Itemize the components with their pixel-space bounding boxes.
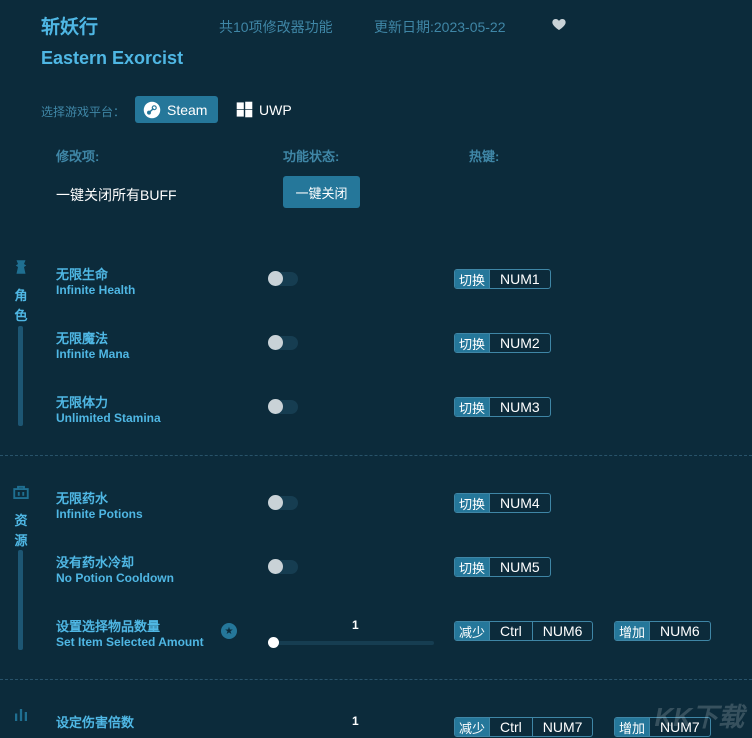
set-item-amount-value: 1	[352, 618, 359, 632]
infinite-mana-hotkey[interactable]: 切换 NUM2	[454, 333, 551, 353]
infinite-health-toggle[interactable]	[268, 271, 298, 286]
category-character-char-1: 角	[14, 288, 28, 303]
hotkey-key: NUM6	[531, 622, 593, 640]
damage-multiplier-value: 1	[352, 714, 359, 728]
category-character-bar	[18, 326, 23, 426]
resource-icon	[13, 485, 29, 499]
uwp-platform-button[interactable]: UWP	[236, 96, 292, 123]
steam-icon	[143, 101, 161, 118]
category-resource-char-1: 资	[14, 513, 28, 528]
close-all-button[interactable]: 一键关闭	[283, 176, 360, 208]
no-potion-cooldown-label-cn: 没有药水冷却	[56, 555, 135, 570]
uwp-label: UWP	[259, 101, 292, 118]
infinite-health-hotkey[interactable]: 切换 NUM1	[454, 269, 551, 289]
hotkey-modifier: Ctrl	[489, 718, 532, 736]
watermark: KK下载	[654, 702, 744, 732]
steam-platform-button[interactable]: Steam	[135, 96, 218, 123]
steam-label: Steam	[167, 101, 208, 118]
hotkey-key: NUM6	[649, 622, 710, 640]
set-item-amount-decrease-hotkey[interactable]: 减少 Ctrl NUM6	[454, 621, 594, 641]
damage-multiplier-label-cn: 设定伤害倍数	[56, 715, 135, 730]
hotkey-action: 切换	[455, 494, 490, 512]
hotkey-key: NUM3	[489, 398, 550, 416]
category-character-char-2: 色	[14, 308, 28, 323]
hotkey-key: NUM4	[489, 494, 550, 512]
infinite-mana-label-cn: 无限魔法	[56, 331, 109, 346]
unlimited-stamina-label-cn: 无限体力	[56, 395, 109, 410]
star-icon[interactable]: ★	[221, 623, 237, 639]
no-potion-cooldown-label-en: No Potion Cooldown	[56, 571, 174, 585]
set-item-amount-slider-thumb[interactable]	[268, 637, 279, 648]
column-header-status: 功能状态:	[283, 149, 340, 164]
windows-icon	[236, 101, 253, 118]
category-resource-char-2: 源	[14, 533, 28, 548]
hotkey-action: 切换	[455, 558, 490, 576]
game-title-en: Eastern Exorcist	[41, 48, 184, 68]
infinite-mana-label-en: Infinite Mana	[56, 347, 130, 361]
unlimited-stamina-hotkey[interactable]: 切换 NUM3	[454, 397, 551, 417]
category-resource-bar	[18, 550, 23, 650]
infinite-potions-label-cn: 无限药水	[56, 491, 109, 506]
hotkey-key: NUM5	[489, 558, 550, 576]
platform-label: 选择游戏平台：	[41, 105, 126, 119]
unlimited-stamina-toggle[interactable]	[268, 399, 298, 414]
infinite-health-label-cn: 无限生命	[56, 267, 109, 282]
infinite-mana-toggle[interactable]	[268, 335, 298, 350]
hotkey-key: NUM2	[489, 334, 550, 352]
damage-icon	[15, 709, 27, 721]
section-divider	[0, 455, 752, 456]
hotkey-modifier: Ctrl	[489, 622, 532, 640]
set-item-amount-slider-track[interactable]	[273, 641, 434, 645]
column-header-mod: 修改项:	[56, 149, 100, 164]
infinite-potions-toggle[interactable]	[268, 495, 298, 510]
game-title-cn: 斩妖行	[41, 17, 99, 38]
damage-multiplier-decrease-hotkey[interactable]: 减少 Ctrl NUM7	[454, 717, 594, 737]
hotkey-key: NUM7	[531, 718, 593, 736]
heart-icon[interactable]	[551, 16, 567, 32]
feature-count: 共10项修改器功能	[219, 19, 333, 35]
set-item-amount-label-cn: 设置选择物品数量	[56, 619, 161, 634]
hotkey-action: 增加	[615, 718, 650, 736]
set-item-amount-increase-hotkey[interactable]: 增加 NUM6	[614, 621, 711, 641]
hotkey-action: 切换	[455, 398, 490, 416]
hotkey-action: 切换	[455, 334, 490, 352]
column-header-hotkey: 热键:	[469, 149, 500, 164]
hotkey-key: NUM1	[489, 270, 550, 288]
hotkey-action: 减少	[455, 718, 490, 736]
unlimited-stamina-label-en: Unlimited Stamina	[56, 411, 161, 425]
infinite-potions-label-en: Infinite Potions	[56, 507, 143, 521]
hotkey-action: 增加	[615, 622, 650, 640]
close-all-buff-label: 一键关闭所有BUFF	[56, 187, 177, 203]
infinite-potions-hotkey[interactable]: 切换 NUM4	[454, 493, 551, 513]
no-potion-cooldown-hotkey[interactable]: 切换 NUM5	[454, 557, 551, 577]
hotkey-action: 减少	[455, 622, 490, 640]
infinite-health-label-en: Infinite Health	[56, 283, 136, 297]
update-date: 更新日期:2023-05-22	[374, 19, 506, 35]
character-icon	[15, 260, 27, 274]
hotkey-action: 切换	[455, 270, 490, 288]
set-item-amount-label-en: Set Item Selected Amount	[56, 635, 204, 649]
no-potion-cooldown-toggle[interactable]	[268, 559, 298, 574]
section-divider	[0, 679, 752, 680]
